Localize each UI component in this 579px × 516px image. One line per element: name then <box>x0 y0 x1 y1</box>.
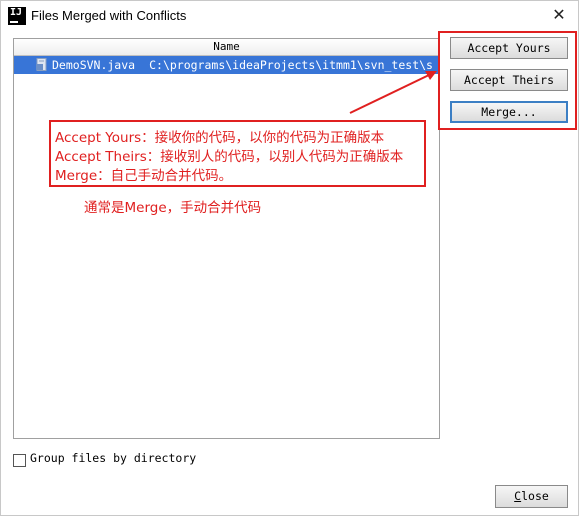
java-file-icon <box>36 58 47 71</box>
intellij-idea-icon: IJ <box>8 7 26 25</box>
column-header-name[interactable]: Name <box>14 39 439 56</box>
title-bar[interactable]: IJ Files Merged with Conflicts ✕ <box>1 1 578 31</box>
buttons-highlight-box <box>438 31 577 130</box>
table-row[interactable]: DemoSVN.java C:\programs\ideaProjects\itm… <box>14 56 439 74</box>
close-button[interactable]: Close <box>495 485 568 508</box>
annotation-accept-theirs: Accept Theirs：接收别人的代码，以别人代码为正确版本 <box>55 149 404 165</box>
annotation-note: 通常是Merge，手动合并代码 <box>84 200 262 216</box>
close-label-rest: lose <box>521 489 549 503</box>
group-by-directory-label[interactable]: Group files by directory <box>30 451 196 465</box>
annotation-merge: Merge：自己手动合并代码。 <box>55 168 233 184</box>
window-title: Files Merged with Conflicts <box>31 8 187 23</box>
dialog-window: IJ Files Merged with Conflicts ✕ Name De… <box>0 0 579 516</box>
annotation-accept-yours: Accept Yours：接收你的代码，以你的代码为正确版本 <box>55 130 385 146</box>
file-name: DemoSVN.java <box>52 58 136 72</box>
conflict-files-table[interactable]: Name DemoSVN.java C:\programs\ideaProject… <box>13 38 440 439</box>
close-icon[interactable]: ✕ <box>550 6 568 24</box>
group-by-directory-checkbox[interactable] <box>13 454 26 467</box>
annotation-box: Accept Yours：接收你的代码，以你的代码为正确版本 Accept Th… <box>49 120 426 187</box>
file-path: C:\programs\ideaProjects\itmm1\svn_test\… <box>149 58 433 72</box>
